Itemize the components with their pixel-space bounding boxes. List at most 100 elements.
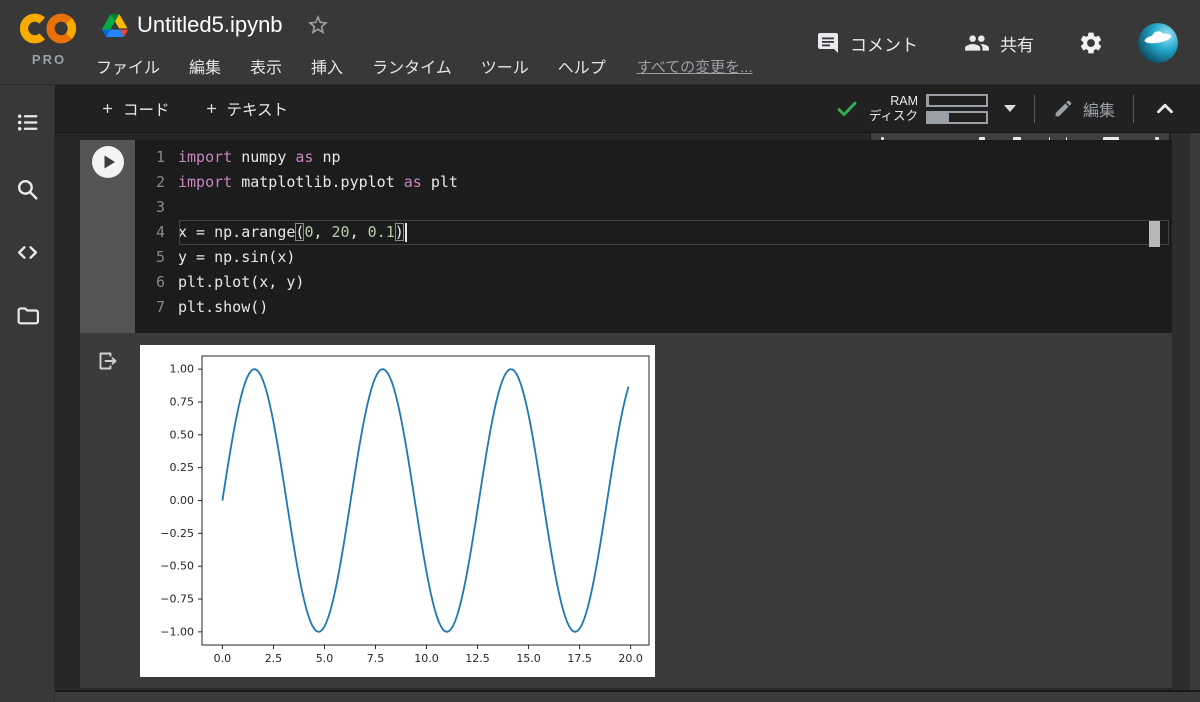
- gear-icon[interactable]: [1078, 30, 1104, 56]
- disk-meter: [925, 110, 988, 124]
- code-text: import numpy as np: [178, 148, 341, 166]
- toolbar-divider: [1133, 94, 1134, 123]
- menu-file[interactable]: ファイル: [96, 54, 160, 78]
- output-cell: 0.0 2.5 5.0 7.5 10.0 12.5 15.0 17.5 20.0 1.00 0.75…: [80, 333, 1172, 688]
- add-code-label: コード: [123, 101, 170, 119]
- svg-text:20.0: 20.0: [618, 652, 643, 665]
- add-text-button[interactable]: テキスト: [204, 98, 289, 120]
- plus-icon: [103, 104, 112, 113]
- menu-bar: ファイル 編集 表示 挿入 ランタイム ツール ヘルプ すべての変更を...: [96, 54, 753, 78]
- line-number: 7: [155, 298, 165, 316]
- code-line-5[interactable]: 5 y = np.sin(x): [135, 245, 1172, 270]
- ram-label: RAM: [890, 93, 918, 108]
- menu-edit[interactable]: 編集: [189, 54, 221, 78]
- svg-text:0.0: 0.0: [214, 652, 232, 665]
- output-icon[interactable]: [96, 349, 120, 373]
- sine-plot: 0.0 2.5 5.0 7.5 10.0 12.5 15.0 17.5 20.0 1.00 0.75…: [160, 355, 650, 665]
- svg-text:−1.00: −1.00: [160, 625, 194, 638]
- table-of-contents-icon[interactable]: [15, 110, 40, 135]
- search-icon[interactable]: [15, 177, 40, 202]
- code-cell[interactable]: 1 import numpy as np 2 import matplotlib.py…: [80, 140, 1172, 333]
- code-lines: 1 import numpy as np 2 import matplotlib.py…: [135, 145, 1172, 320]
- ram-meter: [925, 93, 988, 107]
- notebook-content: 1 import numpy as np 2 import matplotlib.py…: [55, 133, 1200, 702]
- code-line-4[interactable]: 4 x = np.arange(0, 20, 0.1): [135, 220, 1172, 245]
- play-icon: [104, 155, 115, 169]
- line-number: 5: [155, 248, 165, 266]
- disk-label: ディスク: [868, 108, 918, 123]
- svg-text:5.0: 5.0: [316, 652, 334, 665]
- line-number: 3: [155, 198, 165, 216]
- code-text: plt.plot(x, y): [178, 273, 305, 291]
- comment-icon: [818, 33, 838, 53]
- scroll-gutter[interactable]: [1172, 133, 1200, 702]
- svg-text:−0.50: −0.50: [160, 560, 194, 573]
- svg-text:0.75: 0.75: [170, 395, 195, 408]
- connected-check-icon: [837, 101, 857, 116]
- star-icon[interactable]: [306, 13, 330, 37]
- comment-button[interactable]: コメント: [816, 31, 918, 56]
- code-text: import matplotlib.pyplot as plt: [178, 173, 458, 191]
- people-icon: [965, 35, 989, 51]
- output-figure: 0.0 2.5 5.0 7.5 10.0 12.5 15.0 17.5 20.0 1.00 0.75…: [140, 345, 655, 677]
- toolbar-divider: [1033, 94, 1035, 123]
- avatar[interactable]: [1138, 23, 1178, 63]
- menu-help[interactable]: ヘルプ: [558, 54, 606, 78]
- notebook-title[interactable]: Untitled5.ipynb: [137, 12, 283, 38]
- plus-icon: [206, 104, 216, 113]
- code-line-3[interactable]: 3: [135, 195, 1172, 220]
- svg-text:2.5: 2.5: [265, 652, 283, 665]
- resource-meters[interactable]: [925, 93, 988, 124]
- code-editor[interactable]: 1 import numpy as np 2 import matplotlib.py…: [135, 140, 1172, 333]
- line-number: 6: [155, 273, 165, 291]
- colab-logo[interactable]: PRO: [14, 11, 84, 67]
- edit-mode-button[interactable]: 編集: [1053, 97, 1115, 121]
- menu-runtime[interactable]: ランタイム: [372, 54, 452, 78]
- chevron-up-icon: [1157, 103, 1173, 113]
- resources-caret-down-icon[interactable]: [1003, 105, 1016, 112]
- code-text: x = np.arange(0, 20, 0.1): [178, 220, 407, 245]
- next-cell-edge: [55, 690, 1200, 702]
- code-text: y = np.sin(x): [178, 248, 296, 266]
- svg-text:0.00: 0.00: [170, 494, 195, 507]
- edit-label: 編集: [1082, 102, 1115, 120]
- line-number: 2: [155, 173, 165, 191]
- svg-text:12.5: 12.5: [465, 652, 490, 665]
- svg-text:1.00: 1.00: [170, 363, 195, 376]
- code-line-1[interactable]: 1 import numpy as np: [135, 145, 1172, 170]
- run-cell-button[interactable]: [92, 146, 124, 178]
- svg-text:15.0: 15.0: [516, 652, 541, 665]
- svg-text:10.0: 10.0: [414, 652, 439, 665]
- header: PRO Untitled5.ipynb ファイル 編集 表示 挿入 ランタイム ツール ヘル…: [0, 0, 1200, 85]
- menu-view[interactable]: 表示: [250, 54, 282, 78]
- pencil-icon: [1055, 100, 1072, 117]
- code-line-7[interactable]: 7 plt.show(): [135, 295, 1172, 320]
- share-button[interactable]: 共有: [964, 30, 1034, 56]
- svg-text:−0.75: −0.75: [160, 593, 194, 606]
- folder-icon[interactable]: [15, 303, 40, 328]
- notebook-toolbar: コード テキスト RAM ディスク 編集: [55, 85, 1200, 133]
- code-icon[interactable]: [15, 240, 40, 265]
- svg-text:0.50: 0.50: [170, 428, 195, 441]
- menu-tools[interactable]: ツール: [481, 54, 529, 78]
- svg-text:0.25: 0.25: [170, 461, 195, 474]
- svg-text:17.5: 17.5: [567, 652, 592, 665]
- comment-label: コメント: [850, 35, 918, 55]
- code-line-6[interactable]: 6 plt.plot(x, y): [135, 270, 1172, 295]
- collapse-toolbar-button[interactable]: [1152, 96, 1178, 122]
- pro-badge: PRO: [31, 52, 67, 67]
- colab-app: PRO Untitled5.ipynb ファイル 編集 表示 挿入 ランタイム ツール ヘル…: [0, 0, 1200, 702]
- add-text-label: テキスト: [226, 101, 289, 119]
- code-text: plt.show(): [178, 298, 269, 316]
- cell-gutter: [80, 140, 135, 333]
- svg-text:−0.25: −0.25: [160, 527, 194, 540]
- left-sidebar: [0, 85, 55, 702]
- line-number: 4: [155, 223, 165, 241]
- colab-rings-icon: [19, 13, 77, 44]
- code-line-2[interactable]: 2 import matplotlib.pyplot as plt: [135, 170, 1172, 195]
- share-label: 共有: [1000, 35, 1034, 55]
- menu-insert[interactable]: 挿入: [311, 54, 343, 78]
- save-status-link[interactable]: すべての変更を...: [637, 56, 753, 77]
- add-code-button[interactable]: コード: [100, 98, 170, 120]
- line-number: 1: [155, 148, 165, 166]
